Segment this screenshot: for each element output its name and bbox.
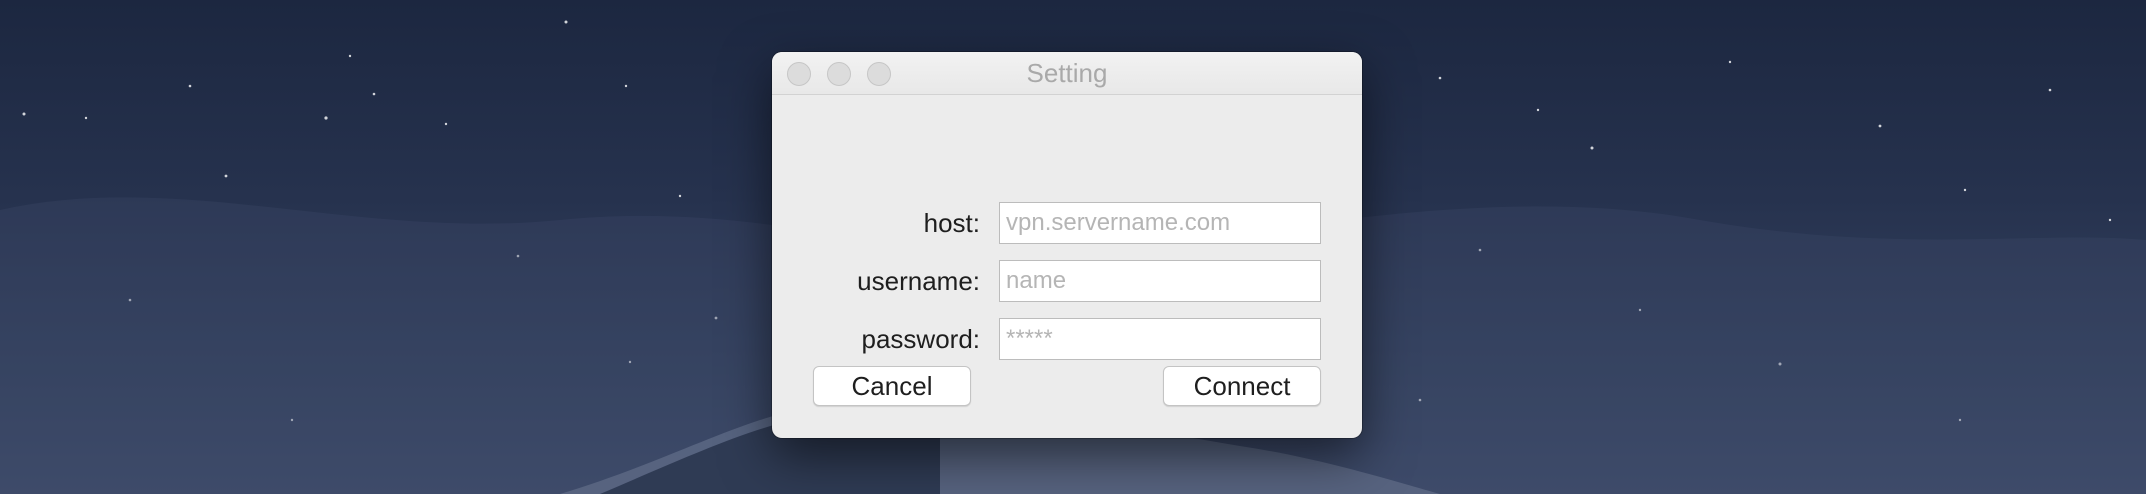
password-row: password:	[772, 318, 1362, 360]
host-row: host:	[772, 202, 1362, 244]
host-input[interactable]	[999, 202, 1321, 244]
password-label: password:	[861, 324, 981, 354]
username-input[interactable]	[999, 260, 1321, 302]
window-titlebar[interactable]: Setting	[772, 52, 1362, 95]
host-label: host:	[923, 208, 980, 238]
connect-button[interactable]: Connect	[1163, 366, 1321, 406]
password-input[interactable]	[999, 318, 1321, 360]
cancel-button[interactable]: Cancel	[813, 366, 971, 406]
username-row: username:	[772, 260, 1362, 302]
window-title: Setting	[1026, 58, 1108, 88]
username-label: username:	[857, 266, 980, 296]
